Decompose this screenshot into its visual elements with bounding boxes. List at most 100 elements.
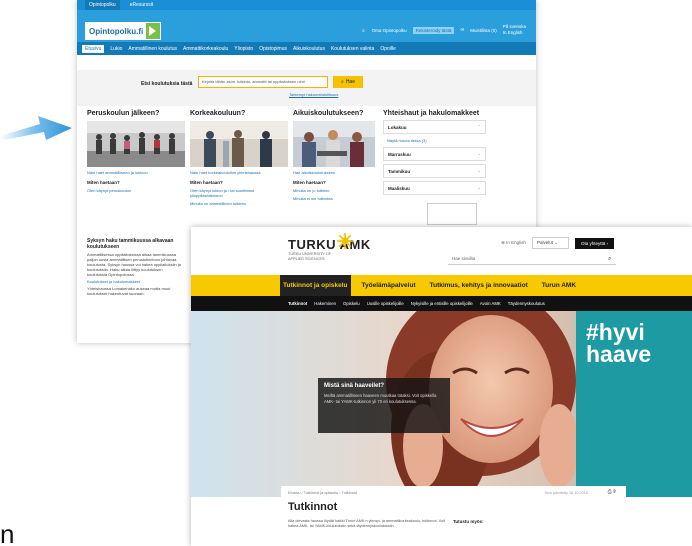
- op-col2-photo[interactable]: [190, 121, 288, 167]
- op-col1-title: Peruskoulun jälkeen?: [87, 110, 160, 117]
- op-haut-maaliskuu-label: Maaliskuu: [388, 185, 410, 191]
- op-col-korkeakoulu: Korkeakouluun? Näin haet korkeakouluihin…: [190, 110, 288, 206]
- op-haut-marraskuu[interactable]: Marraskuu ⌄: [383, 147, 486, 161]
- op-col1-link2[interactable]: Olen käynyt peruskoulun: [87, 188, 185, 193]
- tk-hero: #hyvi haave Mistä sinä haaveilet? Meiltä…: [191, 311, 692, 497]
- tk-nav-tyoelama[interactable]: Työelämäpalvelut: [359, 282, 419, 289]
- op-col2-link2[interactable]: Olen käynyt lukion ja / tai suorittanut …: [190, 188, 288, 198]
- op-col2-link3[interactable]: Minulla on ammatillinen tutkinto: [190, 201, 288, 206]
- tk-hero-text: Meiltä ammatilliseen haaveen muutkaa tot…: [324, 393, 437, 404]
- op-story-text2: Yhteishaussa Lomakehaku aukeaa mutta muu…: [87, 286, 171, 296]
- tk-header: TURKU AMK TURKU UNIVERSITY OF APPLIED SC…: [191, 227, 692, 275]
- op-story: Syksyn haku tammikuussa alkavaan koulutu…: [87, 238, 182, 296]
- play-icon: [149, 26, 157, 36]
- op-oma-link[interactable]: Oma Opintopolku: [372, 28, 407, 33]
- breadcrumb[interactable]: Etusivu › Tutkinnot ja opiskelu › Tutkin…: [288, 491, 357, 495]
- stray-text: n: [0, 519, 15, 546]
- tk-hashtag-line2: haave: [586, 341, 652, 367]
- op-lang-sv[interactable]: På svenska: [503, 24, 526, 29]
- tk-top-actions: ⊕ In English Palvelut ⌄ Ota yhteyttä ›: [501, 237, 614, 249]
- page-title: Tutkinnot: [288, 501, 338, 513]
- tk-in-english[interactable]: ⊕ In English: [501, 240, 526, 246]
- tk-ota-yhteytta-button[interactable]: Ota yhteyttä ›: [574, 237, 614, 249]
- tk-palvelut-dropdown[interactable]: Palvelut ⌄: [531, 237, 569, 249]
- tk-subnav-uusille[interactable]: Uusille opiskelijoille: [367, 301, 404, 306]
- tk-subnav-tutkinnot[interactable]: Tutkinnot: [288, 301, 307, 306]
- op-main-nav: Etusivu Lukio Ammatillinen koulutus Amma…: [77, 42, 536, 55]
- op-topstrip-opintopolku[interactable]: Opintopolku: [85, 0, 120, 10]
- op-col1-photo[interactable]: [87, 121, 185, 167]
- op-nav-opistopimus[interactable]: Opistopimus: [259, 46, 287, 52]
- tk-hashtag-line1: #hyvi: [586, 319, 645, 345]
- print-icon[interactable]: ⎙: [608, 489, 612, 495]
- op-search-button-label: Hae: [345, 79, 355, 85]
- op-search-input[interactable]: Kirjoita tähän esim. tutkinto, ammatti t…: [198, 76, 328, 88]
- op-col2-link1[interactable]: Näin haet korkeakouluihin yhteishaussa: [190, 170, 288, 175]
- tk-subnav-nykyisille[interactable]: Nykyisille ja entisille opiskelijoille: [411, 301, 473, 306]
- op-col3-link3[interactable]: Minulla ei ole tutkintoa: [293, 196, 377, 201]
- op-haut-lokakuu-label: Lokakuu: [388, 124, 407, 130]
- tk-logo[interactable]: TURKU AMK TURKU UNIVERSITY OF APPLIED SC…: [288, 237, 371, 261]
- op-col2-title: Korkeakouluun?: [190, 110, 246, 117]
- op-story-text: Ammatillisessa oppilaitoksissa alkaa tam…: [87, 252, 181, 277]
- chevron-up-icon: ⌃: [477, 124, 481, 129]
- op-search-area: Etsi koulutuksia tästä Kirjoita tähän es…: [77, 70, 536, 106]
- op-topstrip-eresurssit[interactable]: eResurssit: [126, 2, 158, 8]
- op-haut-minibox: [427, 203, 477, 225]
- op-col1-question: Miten haetaan?: [87, 180, 120, 185]
- op-col1-link1[interactable]: Näin haet ammatilliseen ja lukioon: [87, 170, 185, 175]
- tk-nav-turun-amk[interactable]: Turun AMK: [539, 282, 579, 289]
- chevron-down-icon: ⌄: [477, 185, 481, 190]
- op-col3-title: Aikuiskoulutukseen?: [293, 110, 364, 117]
- op-nav-amk[interactable]: Ammattikorkeakoulu: [183, 46, 228, 52]
- op-register-select[interactable]: Rekisteröidy tästä: [412, 26, 455, 34]
- op-advanced-search-link[interactable]: Tarkempi hakumahdollisuus: [289, 92, 338, 97]
- op-haut-lokakuu[interactable]: Lokakuu ⌃: [383, 120, 486, 134]
- op-col3-photo[interactable]: [293, 121, 375, 167]
- op-nav-valinta[interactable]: Koulutuksen valinta: [331, 46, 374, 52]
- op-search-button[interactable]: ⌕ Hae: [333, 76, 363, 88]
- op-col-peruskoulu: Peruskoulun jälkeen? Näin haet ammatilli…: [87, 110, 185, 193]
- tk-subnav-opiskelu[interactable]: Opiskelu: [343, 301, 360, 306]
- op-col-aikuis: Aikuiskoulutukseen? Hae aikuiskoulutukse…: [293, 110, 377, 201]
- op-nav-opoille[interactable]: Opoille: [380, 46, 396, 52]
- user-icon: ☺: [361, 27, 366, 33]
- op-nav-ammatillinen[interactable]: Ammatillinen koulutus: [128, 46, 177, 52]
- tk-nav-tutkinnot[interactable]: Tutkinnot ja opiskelu: [280, 275, 351, 296]
- tk-hero-box: Mistä sinä haaveilet? Meiltä ammatillise…: [318, 378, 450, 433]
- op-lang-en[interactable]: In English: [503, 30, 523, 35]
- tk-subnav-hakeminen[interactable]: Hakeminen: [314, 301, 336, 306]
- op-search-label: Etsi koulutuksia tästä: [141, 81, 193, 87]
- tk-brand-sub2: APPLIED SCIENCES: [288, 256, 325, 261]
- tk-content-card: Etusivu › Tutkinnot ja opiskelu › Tutkin…: [281, 486, 626, 546]
- tk-tutustu: Tutustu myös:: [453, 519, 484, 524]
- tk-nav-tutkimus[interactable]: Tutkimus, kehitys ja innovaatiot: [427, 282, 531, 289]
- tk-in-english-label: In English: [506, 240, 526, 245]
- op-col3-link1[interactable]: Hae aikuiskoulutukseen: [293, 170, 377, 175]
- op-favorites-link[interactable]: Muistilista (0): [470, 28, 497, 33]
- tk-main-nav: Tutkinnot ja opiskelu Työelämäpalvelut T…: [191, 275, 692, 296]
- tk-card-text: Alla olevasta haussa löydät kaikki Turun…: [288, 519, 446, 528]
- op-haut-more[interactable]: Näytä muuta tietoa (3): [387, 138, 482, 143]
- tk-subnav-taydennys[interactable]: Täydennyskoulutus: [508, 301, 545, 306]
- tk-ota-yhteytta-label: Ota yhteyttä: [580, 240, 606, 246]
- share-icon[interactable]: ⇧: [613, 489, 616, 495]
- op-col3-link2[interactable]: Minulla on jo tutkinto: [293, 188, 377, 193]
- tk-search-input[interactable]: Hae sivuilta: [448, 253, 616, 265]
- op-nav-aikuis[interactable]: Aikuiskoulutus: [293, 46, 325, 52]
- op-story-link[interactable]: Koulutukset ja hakulomakkeet: [87, 279, 182, 284]
- op-col2-question: Miten haetaan?: [190, 180, 223, 185]
- op-haut-tammikuu[interactable]: Tammikuu ⌄: [383, 164, 486, 178]
- tk-hero-title: Mistä sinä haaveilet?: [324, 383, 385, 389]
- op-lang-links: På svenska In English: [503, 24, 526, 36]
- search-icon[interactable]: ⌕: [608, 256, 611, 263]
- tk-hashtag: #hyvi haave: [586, 319, 652, 367]
- op-nav-etusivu[interactable]: Etusivu: [82, 44, 105, 53]
- op-logo[interactable]: Opintopolku.fi: [85, 22, 161, 40]
- op-nav-lukio[interactable]: Lukio: [110, 46, 122, 52]
- op-nav-yliopisto[interactable]: Yliopisto: [234, 46, 253, 52]
- op-haut-maaliskuu[interactable]: Maaliskuu ⌄: [383, 181, 486, 195]
- turku-amk-screenshot: TURKU AMK TURKU UNIVERSITY OF APPLIED SC…: [191, 227, 692, 546]
- op-logo-text: Opintopolku.fi: [86, 23, 147, 39]
- tk-subnav-avoin[interactable]: Avoin AMK: [480, 301, 501, 306]
